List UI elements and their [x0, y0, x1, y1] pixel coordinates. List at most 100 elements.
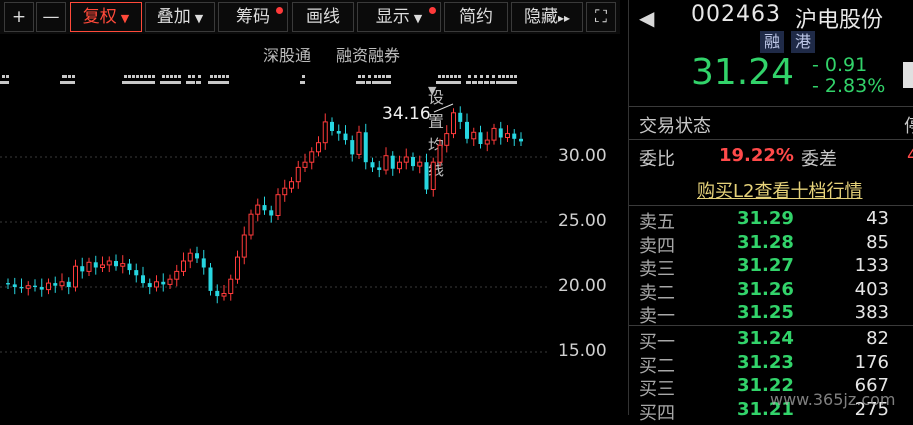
- level-price: 31.27: [737, 255, 794, 276]
- event-marker[interactable]: [218, 75, 221, 78]
- event-marker[interactable]: [140, 75, 143, 78]
- l2-upgrade-link[interactable]: 购买L2查看十档行情: [697, 177, 862, 203]
- event-marker[interactable]: [166, 75, 169, 78]
- event-marker[interactable]: [152, 75, 155, 78]
- event-marker[interactable]: [388, 75, 391, 78]
- event-marker[interactable]: [486, 75, 489, 78]
- event-marker[interactable]: [124, 75, 127, 78]
- candle: [330, 117, 334, 136]
- event-marker[interactable]: [366, 81, 371, 84]
- event-marker[interactable]: [72, 75, 75, 78]
- event-marker[interactable]: [480, 75, 483, 78]
- event-marker[interactable]: [382, 75, 385, 78]
- weicha-value: 4: [907, 145, 913, 166]
- event-marker[interactable]: [4, 81, 9, 84]
- event-marker[interactable]: [446, 75, 449, 78]
- simple-mode-button[interactable]: 简约: [444, 2, 508, 32]
- candle: [106, 256, 112, 273]
- event-marker[interactable]: [512, 81, 517, 84]
- event-marker[interactable]: [438, 75, 441, 78]
- event-marker[interactable]: [506, 75, 509, 78]
- event-marker[interactable]: [196, 81, 201, 84]
- chip-distribution-button[interactable]: 筹码: [218, 2, 288, 32]
- event-marker[interactable]: [148, 75, 151, 78]
- event-marker[interactable]: [300, 81, 305, 84]
- overlay-label: 叠加: [156, 7, 191, 27]
- candle: [181, 252, 186, 276]
- overlay-dropdown[interactable]: 叠加 ▼: [145, 2, 215, 32]
- event-marker[interactable]: [198, 75, 201, 78]
- event-marker[interactable]: [162, 75, 165, 78]
- event-marker[interactable]: [442, 75, 445, 78]
- candle: [458, 106, 463, 130]
- event-marker[interactable]: [368, 75, 371, 78]
- display-dropdown[interactable]: 显示 ▼: [357, 2, 441, 32]
- event-marker[interactable]: [386, 81, 391, 84]
- event-marker[interactable]: [502, 75, 505, 78]
- event-marker[interactable]: [174, 75, 177, 78]
- hide-button[interactable]: 隐藏▸▸: [511, 2, 583, 32]
- event-marker[interactable]: [474, 75, 477, 78]
- event-marker[interactable]: [150, 81, 155, 84]
- chevron-down-icon: ▼: [413, 12, 423, 25]
- event-marker[interactable]: [2, 75, 5, 78]
- event-marker[interactable]: [498, 75, 501, 78]
- fullscreen-icon[interactable]: ⛶: [586, 2, 616, 32]
- event-marker[interactable]: [192, 75, 195, 78]
- candle: [39, 278, 44, 297]
- candle: [262, 196, 267, 215]
- event-marker[interactable]: [358, 75, 361, 78]
- event-marker[interactable]: [178, 75, 181, 78]
- event-marker[interactable]: [374, 75, 377, 78]
- event-marker[interactable]: [70, 81, 75, 84]
- event-marker[interactable]: [514, 75, 517, 78]
- event-marker[interactable]: [210, 75, 213, 78]
- event-marker[interactable]: [214, 75, 217, 78]
- event-marker[interactable]: [170, 75, 173, 78]
- back-arrow-icon[interactable]: ◀: [639, 6, 654, 30]
- event-marker[interactable]: [68, 75, 71, 78]
- event-marker[interactable]: [64, 75, 67, 78]
- draw-line-button[interactable]: 画线: [292, 2, 354, 32]
- event-marker[interactable]: [492, 75, 495, 78]
- event-marker[interactable]: [176, 81, 181, 84]
- candle: [141, 266, 145, 288]
- event-marker[interactable]: [458, 75, 461, 78]
- zoom-out-button[interactable]: —: [36, 2, 66, 32]
- candlestick-chart[interactable]: [0, 68, 628, 415]
- event-marker[interactable]: [472, 81, 477, 84]
- zoom-in-button[interactable]: +: [4, 2, 34, 32]
- event-marker[interactable]: [360, 81, 365, 84]
- event-marker[interactable]: [466, 81, 471, 84]
- event-marker[interactable]: [378, 75, 381, 78]
- event-marker[interactable]: [6, 75, 9, 78]
- candle: [59, 273, 65, 291]
- event-marker[interactable]: [478, 81, 483, 84]
- price-change-percent: - 2.83%: [812, 75, 886, 97]
- event-marker[interactable]: [456, 81, 461, 84]
- collapse-handle[interactable]: [903, 62, 913, 88]
- event-marker[interactable]: [450, 75, 453, 78]
- event-marker[interactable]: [190, 81, 195, 84]
- event-marker[interactable]: [490, 81, 495, 84]
- margin-trading-link[interactable]: 融资融券: [336, 42, 400, 66]
- event-marker[interactable]: [188, 75, 191, 78]
- level-price: 31.26: [737, 278, 794, 300]
- event-marker[interactable]: [468, 75, 471, 78]
- event-marker[interactable]: [454, 75, 457, 78]
- event-marker[interactable]: [132, 75, 135, 78]
- candle: [12, 277, 17, 295]
- event-marker[interactable]: [484, 81, 489, 84]
- shenguton-link[interactable]: 深股通: [263, 42, 311, 66]
- event-marker[interactable]: [136, 75, 139, 78]
- event-marker[interactable]: [222, 75, 225, 78]
- event-marker[interactable]: [302, 75, 305, 78]
- event-marker[interactable]: [510, 75, 513, 78]
- event-marker[interactable]: [128, 75, 131, 78]
- fuquan-dropdown[interactable]: 复权 ▼: [70, 2, 142, 32]
- event-marker[interactable]: [362, 75, 365, 78]
- event-marker[interactable]: [224, 81, 229, 84]
- event-marker[interactable]: [144, 75, 147, 78]
- event-marker[interactable]: [226, 75, 229, 78]
- level-volume: 133: [854, 255, 889, 276]
